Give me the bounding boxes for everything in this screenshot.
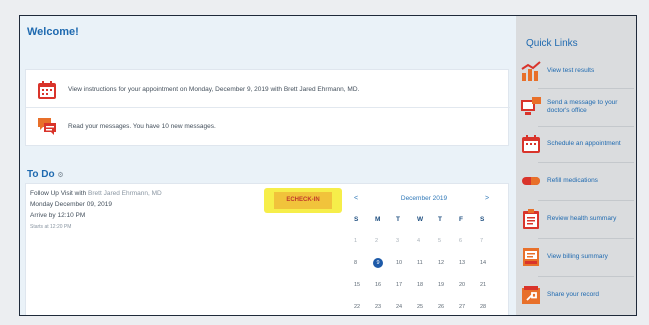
quick-link-billing-summary[interactable]: View billing summary bbox=[520, 246, 634, 268]
quick-link-schedule-appointment[interactable]: Schedule an appointment bbox=[520, 133, 634, 155]
clipboard-icon bbox=[523, 209, 539, 229]
calendar-day[interactable]: 18 bbox=[417, 274, 438, 296]
appointment-instructions-text: View instructions for your appointment o… bbox=[68, 86, 360, 93]
calendar-weekday: F bbox=[459, 215, 463, 223]
quick-link-health-summary[interactable]: Review health summary bbox=[520, 208, 634, 230]
quick-links-divider bbox=[538, 126, 634, 127]
visit-title-prefix: Follow Up Visit with bbox=[30, 190, 87, 197]
todo-card: Follow Up Visit with Brett Jared Ehrmann… bbox=[25, 183, 509, 315]
calendar-grid: S M T W T F S 1 2 3 4 5 6 7 8 9 10 11 12 13 14 15 16 17 18 19 20 21… bbox=[354, 208, 504, 315]
calendar-weekday: S bbox=[354, 215, 359, 223]
chat-bubble-icon bbox=[38, 118, 56, 135]
quick-link-test-results[interactable]: View test results bbox=[520, 60, 634, 82]
calendar-day[interactable]: 6 bbox=[459, 230, 480, 252]
calendar-day[interactable]: 27 bbox=[459, 296, 480, 315]
quick-link-send-message[interactable]: Send a message to your doctor's office bbox=[520, 96, 634, 118]
calendar-day[interactable]: 5 bbox=[438, 230, 459, 252]
quick-link-label: Schedule an appointment bbox=[547, 139, 621, 147]
calendar-day[interactable]: 2 bbox=[375, 230, 396, 252]
share-icon bbox=[522, 286, 540, 304]
read-messages-text: Read your messages. You have 10 new mess… bbox=[68, 122, 216, 130]
calendar-weekday: M bbox=[375, 215, 381, 223]
calendar-day[interactable]: 11 bbox=[417, 252, 438, 274]
quick-links-sidebar: Quick Links View test results Send a mes… bbox=[516, 16, 636, 315]
calendar-day[interactable]: 13 bbox=[459, 252, 480, 274]
calendar-day[interactable]: 7 bbox=[480, 230, 501, 252]
calendar-day[interactable]: 28 bbox=[480, 296, 501, 315]
calendar-icon bbox=[38, 80, 56, 99]
calendar-day[interactable]: 19 bbox=[438, 274, 459, 296]
calendar-day-selected: 9 bbox=[373, 258, 383, 268]
quick-links-divider bbox=[538, 276, 634, 277]
calendar-icon bbox=[522, 135, 540, 153]
quick-link-share-record[interactable]: Share your record bbox=[520, 284, 634, 306]
visit-start-time: Starts at 12:20 PM bbox=[30, 224, 72, 230]
main-panel: Welcome! View instructions for your appo… bbox=[20, 16, 516, 315]
calendar-weekday: S bbox=[480, 215, 485, 223]
quick-links-divider bbox=[538, 162, 634, 163]
message-computer-icon bbox=[521, 97, 541, 115]
quick-link-label: View test results bbox=[547, 66, 595, 74]
visit-provider: Brett Jared Ehrmann, MD bbox=[88, 190, 162, 197]
notification-card: View instructions for your appointment o… bbox=[25, 69, 510, 146]
quick-link-label: Refill medications bbox=[547, 176, 598, 184]
quick-links-divider bbox=[538, 238, 634, 239]
quick-links-title: Quick Links bbox=[526, 38, 578, 49]
calendar-day[interactable]: 16 bbox=[375, 274, 396, 296]
billing-icon bbox=[523, 248, 539, 266]
quick-link-refill-medications[interactable]: Refill medications bbox=[520, 170, 634, 192]
calendar-day[interactable]: 17 bbox=[396, 274, 417, 296]
calendar-day[interactable]: 8 bbox=[354, 252, 375, 274]
calendar-day[interactable]: 1 bbox=[354, 230, 375, 252]
quick-link-label: View billing summary bbox=[547, 252, 608, 260]
quick-links-divider bbox=[538, 88, 634, 89]
calendar-day[interactable]: 26 bbox=[438, 296, 459, 315]
calendar-weekday: W bbox=[417, 215, 424, 223]
app-frame: Welcome! View instructions for your appo… bbox=[19, 15, 637, 316]
pill-icon bbox=[522, 177, 540, 185]
visit-title: Follow Up Visit with Brett Jared Ehrmann… bbox=[30, 190, 162, 197]
calendar-day[interactable]: 4 bbox=[417, 230, 438, 252]
calendar-day[interactable]: 10 bbox=[396, 252, 417, 274]
calendar-next-icon[interactable]: > bbox=[485, 195, 489, 202]
todo-settings-icon[interactable]: ⚙ bbox=[57, 172, 63, 179]
calendar-prev-icon[interactable]: < bbox=[354, 195, 358, 202]
calendar: December 2019 < > S M T W T F S 1 2 3 4 5 6 7 8 9 10 11 12… bbox=[344, 192, 504, 315]
calendar-header: December 2019 < > bbox=[344, 192, 504, 208]
calendar-day[interactable]: 22 bbox=[354, 296, 375, 315]
calendar-weekday: T bbox=[396, 215, 400, 223]
calendar-weekday: T bbox=[438, 215, 442, 223]
calendar-day[interactable]: 3 bbox=[396, 230, 417, 252]
visit-arrive-time: Arrive by 12:10 PM bbox=[30, 212, 86, 219]
quick-link-label: Share your record bbox=[547, 290, 600, 298]
todo-title-text: To Do bbox=[27, 169, 55, 180]
appointment-instructions-link[interactable]: View instructions for your appointment o… bbox=[26, 72, 510, 108]
calendar-month: December 2019 bbox=[400, 195, 448, 202]
calendar-day[interactable]: 21 bbox=[480, 274, 501, 296]
calendar-day[interactable]: 14 bbox=[480, 252, 501, 274]
calendar-day[interactable]: 15 bbox=[354, 274, 375, 296]
calendar-day[interactable]: 24 bbox=[396, 296, 417, 315]
welcome-title: Welcome! bbox=[27, 26, 79, 38]
chart-icon bbox=[521, 61, 541, 81]
echeckin-button[interactable]: ECHECK-IN bbox=[274, 192, 332, 209]
calendar-day[interactable]: 12 bbox=[438, 252, 459, 274]
calendar-day[interactable]: 20 bbox=[459, 274, 480, 296]
calendar-day[interactable]: 9 bbox=[373, 252, 396, 274]
todo-title: To Do ⚙ bbox=[27, 169, 64, 180]
calendar-day[interactable]: 25 bbox=[417, 296, 438, 315]
calendar-day[interactable]: 23 bbox=[375, 296, 396, 315]
visit-date: Monday December 09, 2019 bbox=[30, 201, 113, 208]
quick-link-label: Send a message to your doctor's office bbox=[547, 98, 618, 115]
quick-links-divider bbox=[538, 200, 634, 201]
quick-link-label: Review health summary bbox=[547, 214, 617, 222]
read-messages-link[interactable]: Read your messages. You have 10 new mess… bbox=[26, 108, 510, 144]
